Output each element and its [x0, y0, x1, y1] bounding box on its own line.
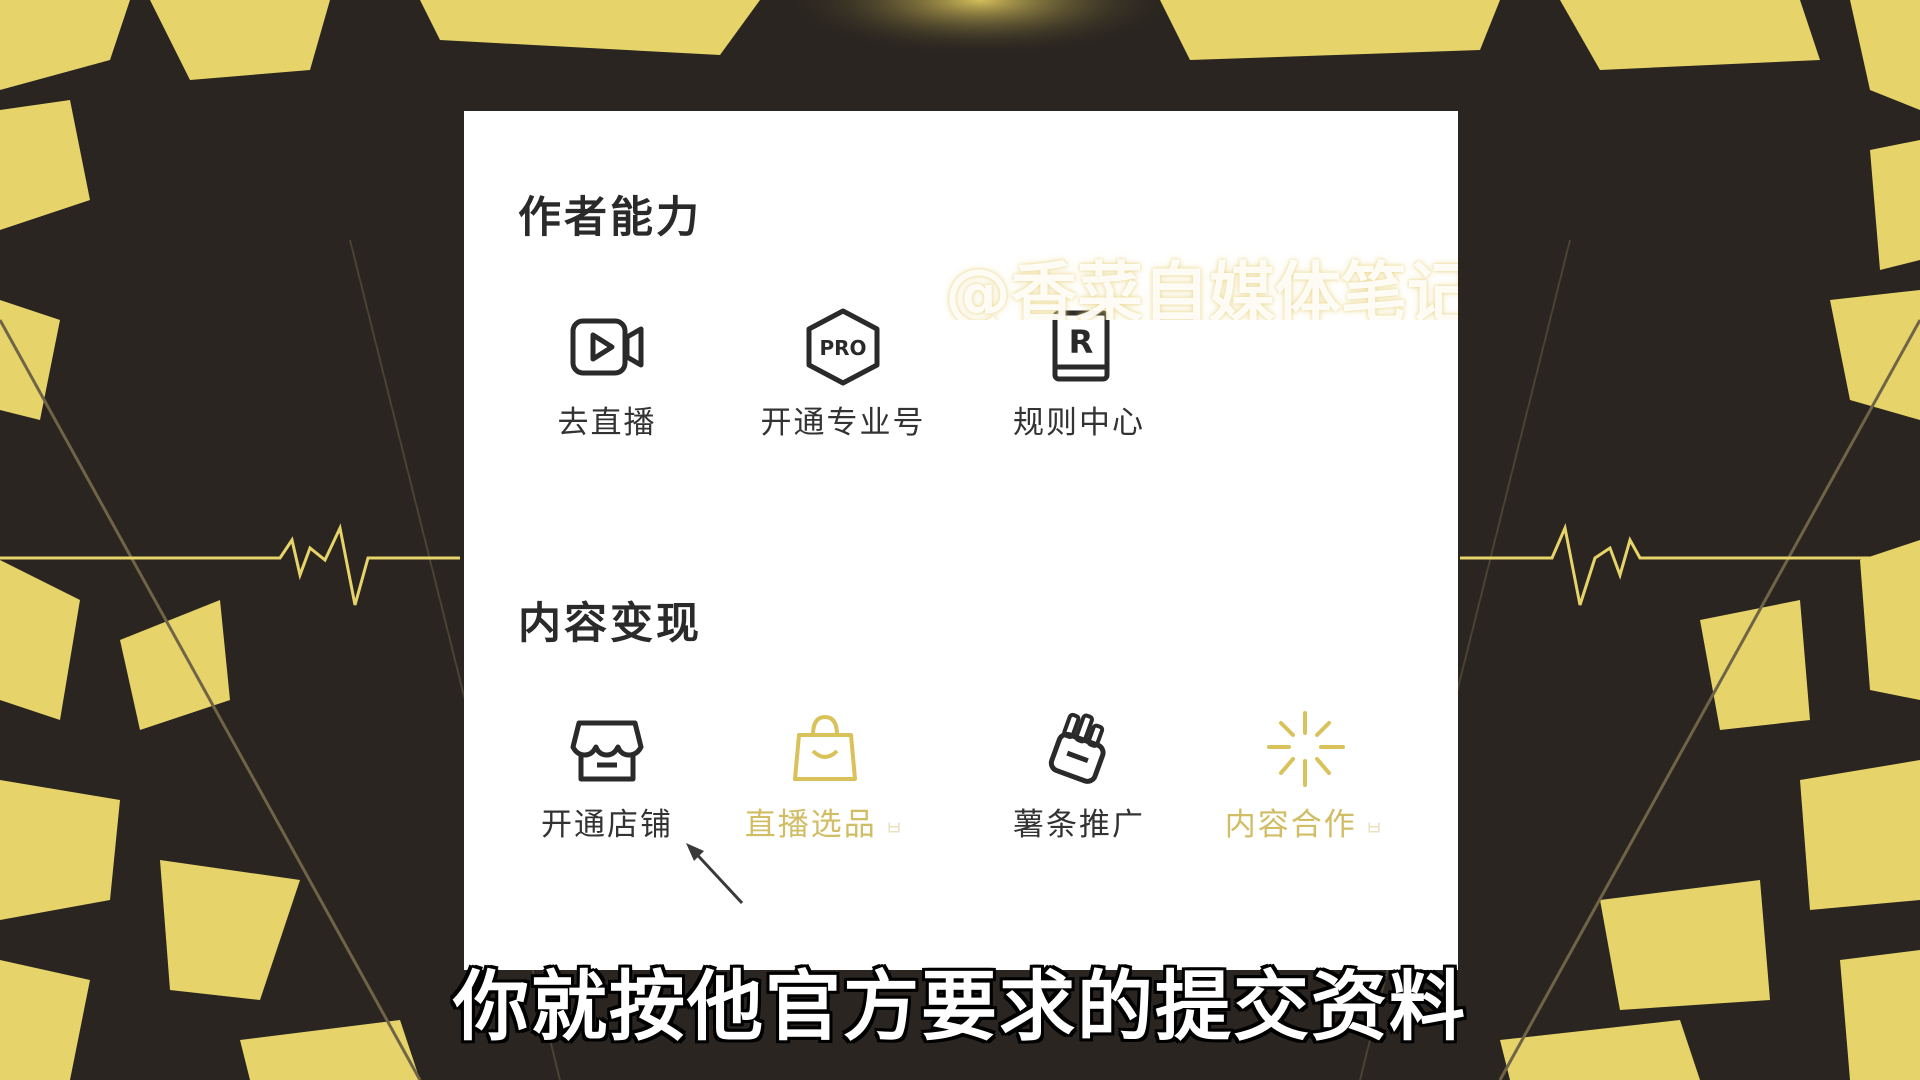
open-pro-account-label: 开通专业号	[760, 405, 926, 441]
svg-text:PRO: PRO	[819, 336, 866, 360]
open-pro-account-button[interactable]: PRO 开通专业号	[728, 303, 958, 453]
shopping-bag-icon	[793, 714, 857, 781]
fries-promote-icon	[1048, 712, 1106, 784]
pro-hexagon-icon: PRO	[806, 308, 880, 386]
store-icon	[570, 720, 644, 782]
live-video-icon	[570, 318, 644, 376]
go-live-label: 去直播	[557, 405, 657, 441]
live-selection-badge: ㅂ	[884, 816, 906, 840]
fries-promotion-button[interactable]: 薯条推广	[964, 705, 1194, 855]
content-cooperation-button[interactable]: 内容合作ㅂ	[1190, 705, 1420, 855]
annotation-arrow-icon	[686, 843, 744, 905]
author-abilities-title: 作者能力	[518, 193, 702, 243]
content-monetization-title: 内容变现	[518, 599, 702, 649]
svg-text:R: R	[1069, 323, 1094, 361]
video-subtitle: 你就按他官方要求的提交资料	[453, 962, 1467, 1051]
fries-promotion-label: 薯条推广	[1013, 807, 1145, 843]
sparkle-icon	[1267, 711, 1345, 787]
open-store-label: 开通店铺	[541, 807, 673, 843]
watermark: @香菜自媒体笔记	[945, 255, 1458, 320]
rules-center-label: 规则中心	[1013, 405, 1145, 441]
open-store-button[interactable]: 开通店铺	[492, 705, 722, 855]
live-selection-button[interactable]: 直播选品ㅂ	[710, 705, 940, 855]
content-cooperation-badge: ㅂ	[1364, 816, 1386, 840]
content-cooperation-label: 内容合作	[1224, 807, 1357, 843]
live-selection-label: 直播选品	[744, 807, 877, 843]
rules-center-button[interactable]: R 规则中心	[964, 303, 1194, 453]
go-live-button[interactable]: 去直播	[492, 303, 722, 453]
